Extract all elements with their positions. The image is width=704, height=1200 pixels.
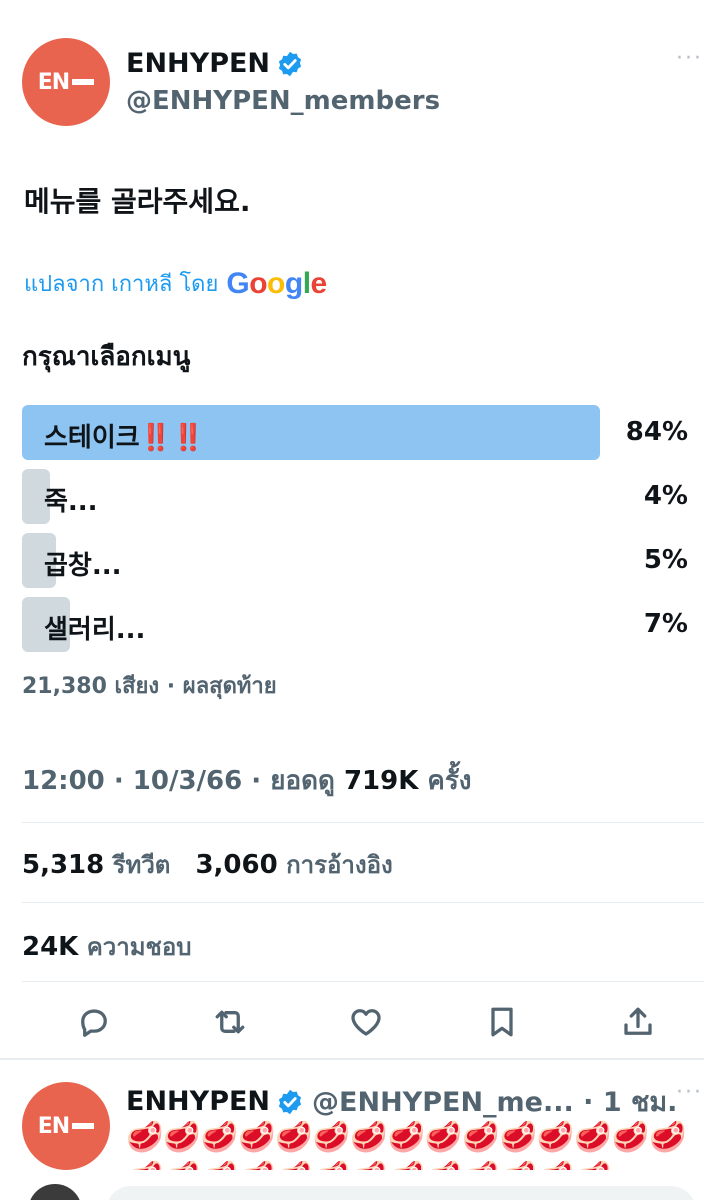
tweet-meta: 12:00 · 10/3/66 · ยอดดู 719K ครั้ง <box>22 760 471 801</box>
poll-option-label: 죽... <box>44 487 98 517</box>
more-options-icon[interactable]: ··· <box>676 1080 703 1105</box>
separator: · <box>113 766 124 796</box>
author-name-row[interactable]: ENHYPEN <box>126 48 304 79</box>
quotes-stat[interactable]: 3,060 การอ้างอิง <box>195 850 393 880</box>
poll-option-label: 스테이크‼️‼️ <box>44 423 205 453</box>
divider <box>22 981 704 982</box>
enhypen-logo: EN <box>37 69 95 95</box>
reply-display-name[interactable]: ENHYPEN <box>126 1086 270 1117</box>
translation-attribution[interactable]: แปลจาก เกาหลี โดย Google <box>24 266 327 301</box>
tweet-date[interactable]: 10/3/66 <box>133 766 242 796</box>
google-logo-letter: g <box>284 266 303 300</box>
retweets-label: รีทวีต <box>112 851 171 879</box>
poll-option-percent: 4% <box>643 481 688 511</box>
retweet-quote-stats: 5,318 รีทวีต 3,060 การอ้างอิง <box>22 845 393 884</box>
display-name[interactable]: ENHYPEN <box>126 48 270 79</box>
google-logo-letter: e <box>310 266 328 300</box>
views-label: ยอดดู <box>270 766 335 796</box>
reply-text: 🥩🥩🥩🥩🥩🥩🥩🥩🥩🥩🥩🥩🥩🥩🥩🥩🥩🥩🥩🥩🥩🥩🥩🥩🥩🥩🥩🥩 <box>126 1120 687 1170</box>
poll-option: 스테이크‼️‼️ 84% <box>22 405 688 460</box>
separator: · <box>251 766 262 796</box>
poll-option: 죽... 4% <box>22 469 688 524</box>
likes-stat[interactable]: 24K ความชอบ <box>22 927 191 966</box>
reply-input[interactable] <box>106 1186 696 1200</box>
quotes-label: การอ้างอิง <box>286 851 393 879</box>
views-count: 719K <box>343 766 419 796</box>
quotes-count: 3,060 <box>195 850 278 880</box>
reply-header[interactable]: ENHYPEN @ENHYPEN_me... · 1 ชม. <box>126 1080 677 1123</box>
reply-handle-time[interactable]: @ENHYPEN_me... · 1 ชม. <box>312 1080 677 1123</box>
verified-badge-icon <box>278 1089 302 1114</box>
avatar-text: EN <box>37 1113 70 1139</box>
action-bar <box>0 1000 704 1046</box>
views-suffix: ครั้ง <box>427 766 472 796</box>
translated-text: กรุณาเลือกเมนู <box>22 342 191 372</box>
poll-option-label: 샐러리... <box>44 615 146 645</box>
google-logo-letter: G <box>226 266 250 300</box>
reply-button[interactable] <box>74 1000 114 1044</box>
retweets-count: 5,318 <box>22 850 105 880</box>
likes-count: 24K <box>22 932 79 962</box>
poll-option-percent: 84% <box>625 417 688 447</box>
poll-option-label: 곱창... <box>44 551 122 581</box>
google-logo-letter: o <box>249 266 268 300</box>
reply-compose-bar <box>0 1182 704 1200</box>
like-button[interactable] <box>346 1000 386 1044</box>
retweets-stat[interactable]: 5,318 รีทวีต <box>22 850 171 880</box>
share-icon <box>624 1007 652 1035</box>
poll-option: 샐러리... 7% <box>22 597 688 652</box>
like-icon <box>351 1009 381 1036</box>
avatar[interactable]: EN <box>22 38 110 126</box>
divider <box>22 822 704 823</box>
google-logo-letter: o <box>267 266 285 300</box>
avatar-text: EN <box>37 69 70 95</box>
enhypen-logo: EN <box>37 1113 95 1139</box>
poll-meta: 21,380 เสียง · ผลสุดท้าย <box>22 674 277 699</box>
bookmark-button[interactable] <box>482 1000 522 1044</box>
translate-label[interactable]: แปลจาก เกาหลี โดย <box>24 266 218 301</box>
verified-badge-icon <box>278 51 302 76</box>
divider <box>0 1058 704 1060</box>
reply-avatar[interactable]: EN <box>22 1082 110 1170</box>
share-button[interactable] <box>618 1000 658 1044</box>
likes-label: ความชอบ <box>86 933 192 961</box>
poll-option: 곱창... 5% <box>22 533 688 588</box>
more-options-icon[interactable]: ··· <box>676 46 703 71</box>
retweet-button[interactable] <box>210 1000 250 1044</box>
tweet-text: 메뉴를 골라주세요. <box>24 185 251 218</box>
google-logo-letter: l <box>302 266 311 300</box>
reply-icon <box>81 1009 107 1037</box>
google-logo: Google <box>226 266 328 301</box>
bookmark-icon <box>491 1007 513 1037</box>
retweet-icon <box>215 1010 245 1034</box>
divider <box>22 902 704 903</box>
poll-option-percent: 7% <box>643 609 688 639</box>
author-handle[interactable]: @ENHYPEN_members <box>126 86 440 116</box>
poll-option-percent: 5% <box>643 545 688 575</box>
tweet-time[interactable]: 12:00 <box>22 766 105 796</box>
user-avatar[interactable] <box>28 1184 82 1200</box>
